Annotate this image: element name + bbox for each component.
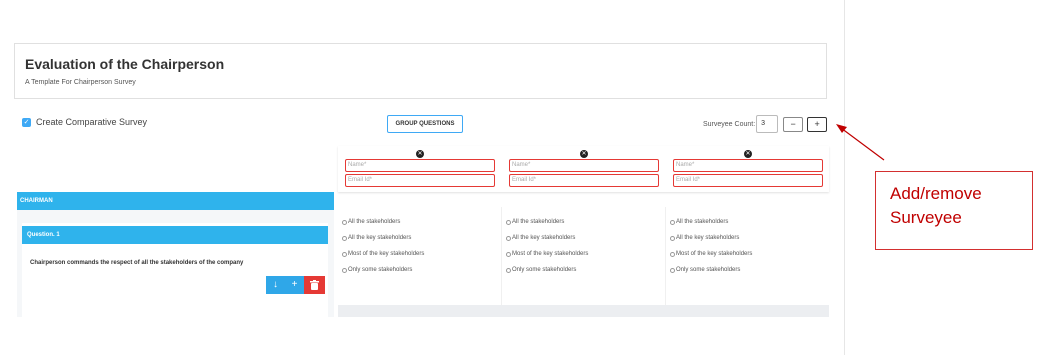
option-radio[interactable]: Only some stakeholders	[506, 267, 576, 273]
radio-icon[interactable]	[342, 251, 347, 257]
option-radio[interactable]: All the stakeholders	[670, 219, 728, 225]
add-question-icon[interactable]: +	[285, 276, 304, 294]
question-card: Question. 1 Chairperson commands the res…	[22, 223, 328, 317]
radio-icon[interactable]	[342, 219, 347, 225]
option-radio[interactable]: Only some stakeholders	[670, 267, 740, 273]
radio-icon[interactable]	[670, 219, 675, 225]
option-radio[interactable]: All the key stakeholders	[342, 235, 411, 241]
option-radio[interactable]: Most of the key stakeholders	[670, 251, 752, 257]
page-subtitle: A Template For Chairperson Survey	[25, 79, 136, 86]
surveyee-name-input[interactable]: Name*	[345, 159, 495, 172]
option-radio[interactable]: Only some stakeholders	[342, 267, 412, 273]
surveyee-name-input[interactable]: Name*	[673, 159, 823, 172]
radio-icon[interactable]	[670, 251, 675, 257]
option-label: Most of the key stakeholders	[348, 251, 425, 257]
comparative-survey-checkbox[interactable]: ✓ Create Comparative Survey	[22, 117, 147, 127]
comparative-survey-label: Create Comparative Survey	[36, 117, 148, 127]
option-label: Only some stakeholders	[676, 267, 741, 273]
option-label: All the key stakeholders	[512, 235, 576, 241]
annotation-line-2: Surveyee	[890, 208, 962, 227]
remove-surveyee-icon[interactable]: ✕	[744, 150, 752, 158]
surveyee-name-input[interactable]: Name*	[509, 159, 659, 172]
surveyee-email-input[interactable]: Email Id*	[345, 174, 495, 187]
option-radio[interactable]: Most of the key stakeholders	[342, 251, 424, 257]
option-label: All the key stakeholders	[348, 235, 412, 241]
surveyee-email-input[interactable]: Email Id*	[673, 174, 823, 187]
column-divider	[665, 207, 666, 317]
question-text: Chairperson commands the respect of all …	[30, 260, 244, 266]
annotation-callout: Add/remove Surveyee	[875, 171, 1033, 250]
surveyee-count-control: Surveyee Count: 3 − +	[703, 115, 828, 133]
surveyee-count-input[interactable]: 3	[756, 115, 779, 133]
radio-icon[interactable]	[342, 267, 347, 273]
radio-icon[interactable]	[670, 267, 675, 273]
question-actions: ↓ +	[266, 276, 325, 294]
radio-icon[interactable]	[506, 267, 511, 273]
surveyee-3: ✕ Name* Email Id*	[666, 146, 829, 192]
option-radio[interactable]: All the key stakeholders	[670, 235, 739, 241]
remove-surveyee-icon[interactable]: ✕	[580, 150, 588, 158]
option-label: Most of the key stakeholders	[512, 251, 589, 257]
answer-columns: All the stakeholders All the key stakeho…	[338, 207, 829, 317]
surveyee-count-label: Surveyee Count:	[703, 120, 756, 128]
increase-surveyee-button[interactable]: +	[807, 116, 828, 132]
option-radio[interactable]: All the stakeholders	[506, 219, 564, 225]
annotation-line-1: Add/remove	[890, 184, 982, 203]
page-title: Evaluation of the Chairperson	[25, 56, 225, 72]
option-label: Most of the key stakeholders	[676, 251, 753, 257]
remove-surveyee-icon[interactable]: ✕	[416, 150, 424, 158]
radio-icon[interactable]	[670, 235, 675, 241]
radio-icon[interactable]	[506, 235, 511, 241]
radio-icon[interactable]	[506, 251, 511, 257]
surveyee-2: ✕ Name* Email Id*	[502, 146, 665, 192]
question-number: Question. 1	[22, 226, 328, 244]
option-label: All the stakeholders	[676, 219, 729, 225]
move-down-icon[interactable]: ↓	[266, 276, 285, 294]
checkbox-checked-icon[interactable]: ✓	[22, 117, 31, 127]
option-radio[interactable]: Most of the key stakeholders	[506, 251, 588, 257]
surveyee-fields: ✕ Name* Email Id* ✕ Name* Email Id* ✕ Na…	[338, 146, 829, 192]
radio-icon[interactable]	[506, 219, 511, 225]
option-label: All the key stakeholders	[676, 235, 740, 241]
option-label: All the stakeholders	[348, 219, 401, 225]
surveyee-email-input[interactable]: Email Id*	[509, 174, 659, 187]
option-label: Only some stakeholders	[512, 267, 577, 273]
surveyee-1: ✕ Name* Email Id*	[338, 146, 501, 192]
option-label: All the stakeholders	[512, 219, 565, 225]
option-radio[interactable]: All the key stakeholders	[506, 235, 575, 241]
annotation-arrow-icon	[836, 124, 885, 161]
question-panel: CHAIRMAN Question. 1 Chairperson command…	[17, 192, 334, 317]
column-divider	[501, 207, 502, 317]
decrease-surveyee-button[interactable]: −	[783, 116, 804, 132]
group-questions-button[interactable]: GROUP QUESTIONS	[387, 115, 463, 133]
option-radio[interactable]: All the stakeholders	[342, 219, 400, 225]
section-header: CHAIRMAN	[17, 192, 334, 210]
survey-header: Evaluation of the Chairperson A Template…	[14, 43, 827, 99]
delete-icon[interactable]	[304, 276, 325, 294]
radio-icon[interactable]	[342, 235, 347, 241]
answer-footer-strip	[338, 305, 829, 317]
app-frame: Evaluation of the Chairperson A Template…	[0, 0, 845, 355]
option-label: Only some stakeholders	[348, 267, 413, 273]
